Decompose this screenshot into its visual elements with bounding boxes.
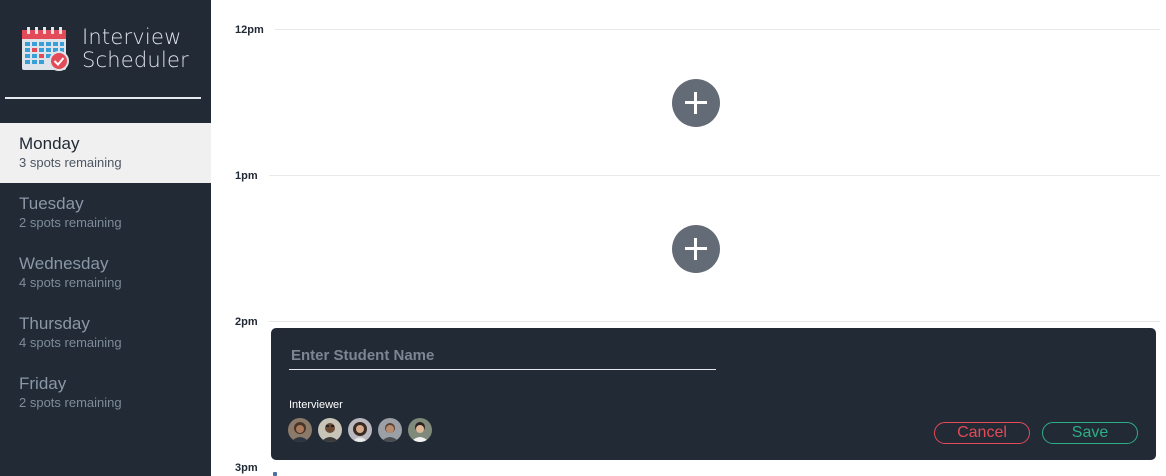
day-list: Monday 3 spots remaining Tuesday 2 spots… [0, 123, 211, 423]
day-spots: 2 spots remaining [19, 215, 122, 230]
day-item-tuesday[interactable]: Tuesday 2 spots remaining [0, 183, 211, 243]
day-spots: 3 spots remaining [19, 155, 122, 170]
day-name: Monday [19, 134, 80, 153]
student-name-input[interactable] [289, 344, 716, 370]
add-appointment-button[interactable] [672, 225, 720, 273]
appointment-form: Interviewer Cancel Save [271, 328, 1156, 460]
calendar-logo-icon [21, 26, 69, 72]
day-item-friday[interactable]: Friday 2 spots remaining [0, 363, 211, 423]
day-name: Tuesday [19, 194, 84, 213]
save-button[interactable]: Save [1042, 422, 1138, 444]
day-spots: 4 spots remaining [19, 335, 122, 350]
time-label-12pm: 12pm [235, 24, 264, 36]
interviewer-avatar-4[interactable] [378, 418, 402, 442]
next-slot-edge [273, 472, 277, 476]
schedule-main: 12pm 1pm 2pm Interviewer Cancel S [211, 0, 1166, 476]
app-title: Interview Scheduler [82, 26, 189, 72]
time-label-1pm: 1pm [235, 170, 258, 182]
time-label-2pm: 2pm [235, 316, 258, 328]
interviewer-avatar-3[interactable] [348, 418, 372, 442]
sidebar-divider [5, 97, 201, 99]
day-item-wednesday[interactable]: Wednesday 4 spots remaining [0, 243, 211, 303]
sidebar: Interview Scheduler Monday 3 spots remai… [0, 0, 211, 476]
interviewer-avatar-1[interactable] [288, 418, 312, 442]
hour-divider [269, 175, 1160, 176]
day-spots: 2 spots remaining [19, 395, 122, 410]
app-title-line2: Scheduler [82, 48, 189, 72]
day-spots: 4 spots remaining [19, 275, 122, 290]
add-appointment-button[interactable] [672, 79, 720, 127]
day-item-monday[interactable]: Monday 3 spots remaining [0, 123, 211, 183]
cancel-button[interactable]: Cancel [934, 422, 1030, 444]
hour-divider [275, 29, 1160, 30]
day-item-thursday[interactable]: Thursday 4 spots remaining [0, 303, 211, 363]
day-name: Thursday [19, 314, 90, 333]
interviewer-label: Interviewer [289, 399, 343, 411]
day-name: Wednesday [19, 254, 109, 273]
time-label-3pm: 3pm [235, 462, 258, 474]
app-title-line1: Interview [82, 25, 182, 49]
interviewer-avatar-5[interactable] [408, 418, 432, 442]
day-name: Friday [19, 374, 67, 393]
hour-divider [269, 321, 1160, 322]
interviewer-avatar-2[interactable] [318, 418, 342, 442]
